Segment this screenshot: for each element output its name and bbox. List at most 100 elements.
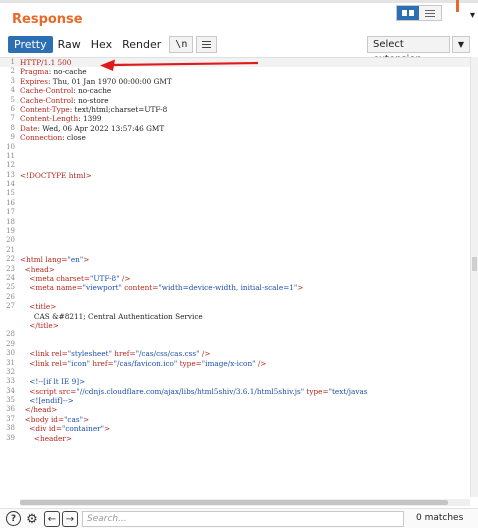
- tab-hex[interactable]: Hex: [86, 36, 117, 53]
- view-tabs: Pretty Raw Hex Render \n Select extensio…: [8, 36, 470, 65]
- line-number: 30: [6, 349, 15, 358]
- help-icon: ?: [10, 513, 17, 524]
- code-token: HTTP/1.1 500: [20, 58, 72, 67]
- horizontal-scroll-thumb[interactable]: [20, 500, 448, 505]
- line-number: 27: [6, 302, 15, 311]
- panel-title: Response: [12, 12, 83, 27]
- code-token: "cas": [64, 414, 83, 424]
- line-content: Date: Wed, 06 Apr 2022 13:57:46 GMT: [20, 124, 164, 133]
- settings-button[interactable]: ⚙: [24, 511, 40, 527]
- code-line: 7 Content-Length: 1399: [0, 114, 470, 123]
- code-token: />: [199, 349, 211, 359]
- tab-raw[interactable]: Raw: [53, 36, 86, 53]
- code-line: 34 <script src="//cdnjs.cloudflare.com/a…: [0, 387, 470, 396]
- line-number: 12: [6, 161, 15, 170]
- line-content: <div id="container">: [20, 424, 110, 433]
- extension-dropdown-button[interactable]: ▼: [452, 36, 470, 53]
- code-token: : 1399: [78, 114, 102, 124]
- code-line: 5 Cache-Control: no-store: [0, 96, 470, 105]
- search-input[interactable]: [82, 511, 404, 527]
- code-token: <script: [29, 386, 59, 396]
- rows-view-icon: [425, 9, 435, 17]
- code-line: 4 Cache-Control: no-cache: [0, 86, 470, 95]
- top-divider: [0, 0, 478, 3]
- code-token: : Thu, 01 Jan 1970 00:00:00 GMT: [48, 76, 172, 86]
- layout-toggle[interactable]: [396, 5, 442, 21]
- code-token: >: [297, 283, 304, 293]
- line-number: 24: [6, 273, 15, 282]
- line-content: <header>: [20, 434, 72, 443]
- previous-match-button[interactable]: ←: [44, 511, 60, 527]
- line-number: 29: [6, 339, 15, 348]
- line-number: 22: [6, 255, 15, 264]
- code-token: href=: [111, 349, 136, 359]
- rows-view-button[interactable]: [419, 6, 441, 20]
- line-content: <script src="//cdnjs.cloudflare.com/ajax…: [20, 386, 367, 396]
- line-content: <!--[if lt IE 9]>: [20, 377, 85, 386]
- code-token: rel=: [51, 358, 68, 368]
- code-line: 32: [0, 368, 470, 377]
- code-token: "//cdnjs.cloudflare.com/ajax/libs/html5s…: [76, 386, 305, 396]
- line-content: <title>: [20, 302, 56, 311]
- code-token: "width=device-width, initial-scale=1": [158, 283, 298, 293]
- tab-render[interactable]: Render: [117, 36, 166, 53]
- code-token: <head>: [24, 264, 55, 274]
- menu-button[interactable]: [196, 36, 218, 53]
- line-number: 14: [6, 180, 15, 189]
- collapse-caret-icon[interactable]: ▾: [470, 10, 475, 21]
- help-button[interactable]: ?: [6, 511, 21, 526]
- code-token: </head>: [24, 405, 58, 415]
- line-content: </head>: [20, 405, 58, 415]
- code-token: <meta: [29, 283, 57, 293]
- code-token: rel=: [51, 349, 68, 359]
- response-editor[interactable]: 1 HTTP/1.1 500 2 Pragma: no-cache 3 Expires: …: [0, 57, 470, 497]
- code-token: "icon": [67, 358, 91, 368]
- line-content: Cache-Control: no-cache: [20, 86, 111, 95]
- line-number: 16: [6, 198, 15, 207]
- split-view-button[interactable]: [397, 6, 419, 20]
- code-token: type=: [304, 386, 329, 396]
- code-line: 33 <!--[if lt IE 9]>: [0, 377, 470, 386]
- newline-toggle-button[interactable]: \n: [169, 36, 194, 53]
- line-number: 18: [6, 217, 15, 226]
- code-line: 35 <![endif]-->: [0, 396, 470, 405]
- tab-pretty[interactable]: Pretty: [8, 36, 53, 53]
- extension-select[interactable]: Select extension...: [367, 36, 450, 65]
- split-view-icon: [402, 10, 414, 16]
- line-number: 13: [6, 170, 15, 179]
- annotation-arrow: [100, 59, 259, 71]
- vertical-scrollbar[interactable]: [470, 57, 478, 497]
- line-content: Connection: close: [20, 133, 86, 142]
- line-content: <body id="cas">: [20, 415, 89, 424]
- code-token: </title>: [29, 320, 59, 330]
- code-token: Pragma: [20, 67, 49, 77]
- code-token: "/cas/favicon.ico": [113, 358, 178, 368]
- vertical-scroll-thumb[interactable]: [472, 257, 477, 271]
- code-line: 22 <html lang="en">: [0, 255, 470, 264]
- line-number: 6: [10, 104, 15, 113]
- code-token: : no-cache: [73, 86, 112, 96]
- code-token: <link: [29, 358, 52, 368]
- line-content: <link rel="icon" href="/cas/favicon.ico"…: [20, 359, 266, 368]
- code-token: <!--[if lt IE 9]>: [29, 377, 86, 387]
- code-token: "en": [67, 255, 84, 265]
- code-line: 19: [0, 227, 470, 236]
- accent-marker: [456, 0, 459, 12]
- horizontal-scrollbar[interactable]: [20, 499, 470, 506]
- code-token: : no-cache: [48, 67, 87, 77]
- code-line: 15: [0, 189, 470, 198]
- code-line: </title>: [0, 321, 470, 330]
- line-content: Pragma: no-cache: [20, 67, 87, 76]
- line-number: 21: [6, 245, 15, 254]
- code-token: content=: [121, 283, 159, 293]
- code-line: 12: [0, 161, 470, 170]
- line-number: 33: [6, 377, 15, 386]
- line-content: <meta name="viewport" content="width=dev…: [20, 283, 303, 292]
- code-line: 6 Content-Type: text/html;charset=UTF-8: [0, 105, 470, 114]
- next-match-button[interactable]: →: [62, 511, 78, 527]
- line-content: Content-Length: 1399: [20, 114, 102, 123]
- code-token: type=: [177, 358, 202, 368]
